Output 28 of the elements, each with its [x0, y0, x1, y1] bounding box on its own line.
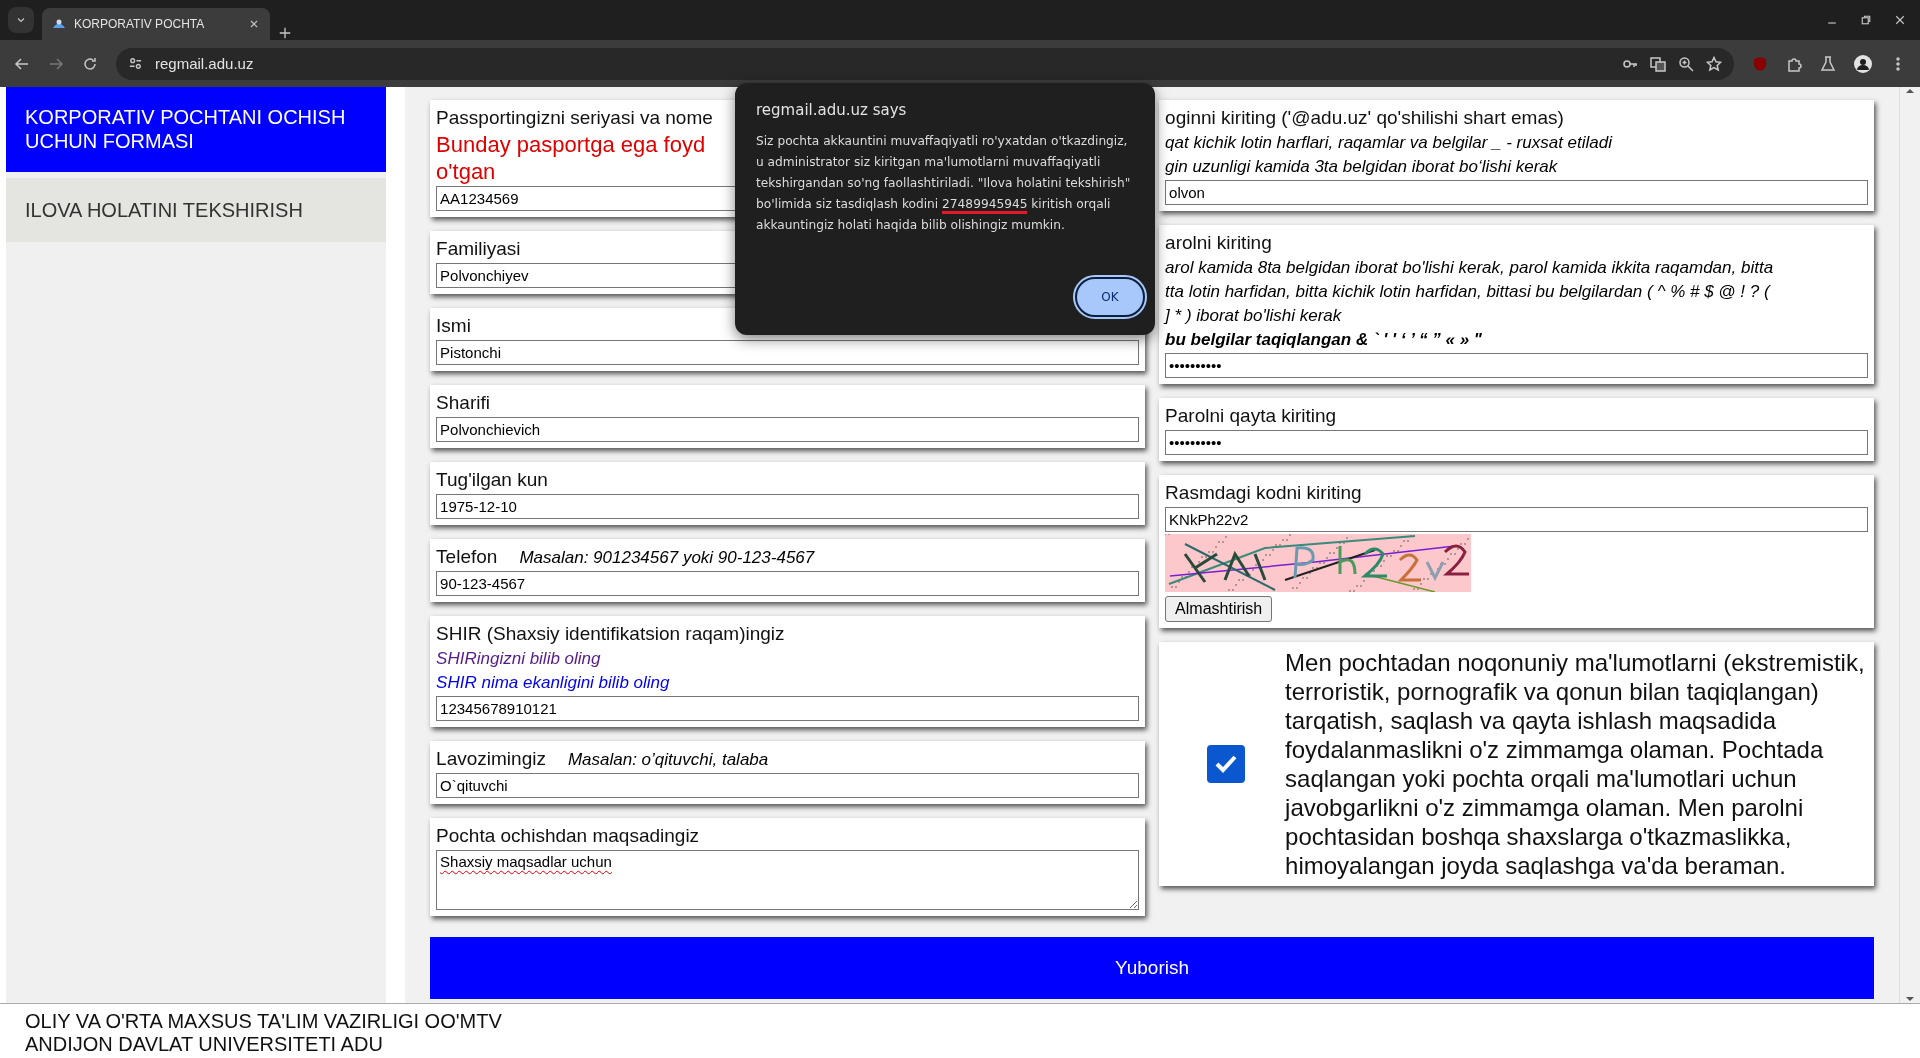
- hint-text: ] * ) iborat bo'lishi kerak: [1165, 305, 1342, 327]
- field-label: oginni kiriting ('@adu.uz' qo'shilishi shart emas): [1165, 106, 1564, 130]
- field-label: Rasmdagi kodni kiriting: [1165, 481, 1362, 505]
- footer-text: ANDIJON DAVLAT UNIVERSITETI ADU: [25, 1033, 384, 1056]
- field-label: SHIR (Shaxsiy identifikatsion raqam)ingiz: [436, 622, 785, 646]
- field-label: Sharifi: [436, 391, 490, 415]
- field-label: arolni kiriting: [1165, 231, 1272, 255]
- dialog-message: Siz pochta akkauntini muvaffaqiyatli ro'yxatdan o'tkazdingiz, u administrator siz kiritgan ma'lumotlarni muvaffaqiyatli tekshirgandan so'ng faollashtiriladi. "Ilova holatini tekshirish" bo'limida siz tasdiqlash kodini 27489945945 kiritish orqali akkauntingiz holati haqida bilib olishingiz mumkin.: [756, 133, 1132, 234]
- error-text: Bunday pasportga ega foyd: [436, 131, 706, 158]
- hint-text: arol kamida 8ta belgidan iborat bo'lishi kerak, parol kamida ikkita raqamdan, bitta: [1165, 257, 1774, 279]
- hint-text: tta lotin harfidan, bitta kichik lotin harfidan, bittasi bu belgilardan ( ^ % # $ @ ! ? (: [1165, 281, 1770, 303]
- field-label: Tug'ilgan kun: [436, 468, 548, 492]
- hint-text: Masalan: o’qituvchi, talaba: [567, 750, 769, 770]
- agreement-text: Men pochtadan noqonuniy ma'lumotlarni (ekstremistik, terroristik, pornografik va qonun bilan taqiqlangan) tarqatish, saqlash va qayta ishlash maqsadida foydalanmaslikni o'z zimmamga olaman. Pochtada saqlangan yoki pochta orqali ma'lumotlari uchun javobgarlikni o'z zimmamga olaman. Men parolni pochtasidan boshqa shaxslarga o'tkazmaslikka, himoyalangan joyda saqlashga va'da beraman.: [1285, 648, 1866, 880]
- field-label: Telefon: [436, 545, 498, 569]
- field-label: Familiyasi: [436, 237, 521, 261]
- hint-text: Masalan: 901234567 yoki 90-123-4567: [519, 548, 815, 568]
- hint-text: qat kichik lotin harflari, raqamlar va belgilar _ - ruxsat etiladi: [1165, 132, 1612, 154]
- field-label: Pochta ochishdan maqsadingiz: [436, 824, 700, 848]
- field-label: Lavozimingiz: [436, 747, 546, 771]
- warning-text: bu belgilar taqiqlangan & ` ' ' ‘ ’ “ ” « » ": [1165, 329, 1482, 351]
- field-label: Ismi: [436, 314, 471, 338]
- hint-text: gin uzunligi kamida 3ta belgidan iborat bo‘lishi kerak: [1165, 156, 1558, 178]
- error-text: o'tgan: [436, 158, 496, 185]
- dialog-title: regmail.adu.uz says: [756, 101, 908, 119]
- footer-text: OLIY VA O'RTA MAXSUS TA'LIM VAZIRLIGI OO'MTV: [25, 1010, 503, 1033]
- field-label: Passportingizni seriyasi va nome: [436, 106, 713, 130]
- field-label: Parolni qayta kiriting: [1165, 404, 1337, 428]
